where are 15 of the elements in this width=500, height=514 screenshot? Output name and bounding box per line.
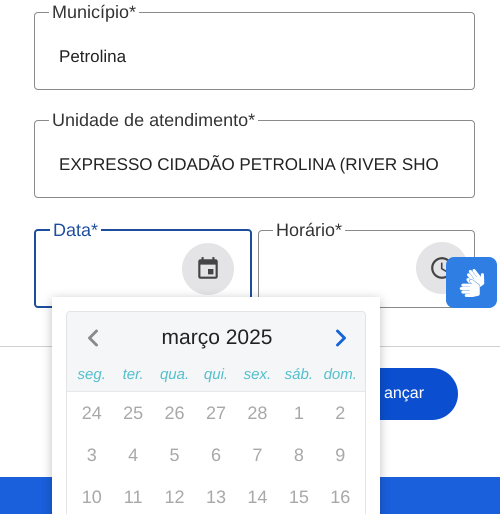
- field-value: Petrolina: [59, 46, 128, 68]
- month-title: março 2025: [162, 326, 272, 350]
- field-value: EXPRESSO CIDADÃO PETROLINA (RIVER SHO: [59, 154, 440, 176]
- field-label: Data*: [52, 219, 100, 241]
- field-label: Horário*: [275, 219, 344, 241]
- weekday-label: qui.: [204, 365, 228, 383]
- weekday-label: sex.: [244, 365, 272, 383]
- weekday-label: seg.: [78, 365, 106, 383]
- calendar-icon[interactable]: [182, 243, 234, 295]
- weekday-label: sáb.: [284, 365, 314, 383]
- weekday-label: ter.: [122, 365, 144, 383]
- weekday-label: qua.: [160, 365, 190, 383]
- field-label: Município*: [51, 1, 138, 23]
- sign-language-icon[interactable]: [446, 257, 497, 308]
- field-label: Unidade de atendimento*: [51, 109, 256, 131]
